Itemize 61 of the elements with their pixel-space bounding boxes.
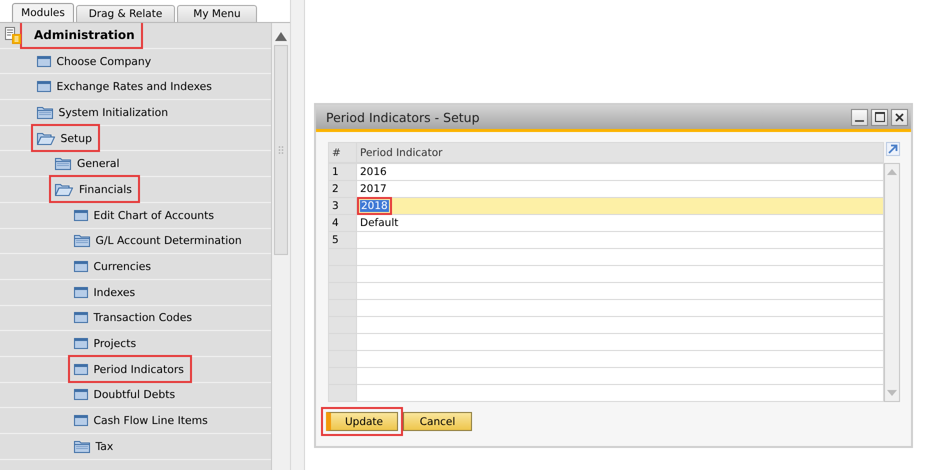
table-cell[interactable]: Default — [356, 214, 884, 232]
form-icon — [74, 364, 88, 375]
tree-item[interactable]: Tax — [70, 436, 120, 456]
tree-item[interactable]: Currencies — [70, 256, 158, 277]
tab[interactable]: Modules — [12, 3, 74, 22]
form-icon — [36, 81, 50, 92]
tree-item[interactable]: Setup — [32, 126, 98, 150]
folder-icon — [36, 106, 52, 119]
maximize-button[interactable] — [871, 108, 888, 126]
minimize-icon — [855, 120, 864, 122]
tree-item[interactable]: Transaction Codes — [70, 308, 198, 328]
form-icon — [74, 389, 88, 400]
tree-item[interactable]: G/L Account Determination — [70, 230, 248, 251]
tree-item[interactable]: Period Indicators — [70, 357, 190, 382]
scroll-thumb[interactable] — [274, 45, 288, 255]
tree-item[interactable]: Doubtful Debts — [70, 384, 182, 405]
tree-item[interactable]: General — [51, 154, 126, 174]
tree-item[interactable]: Cash Flow Line Items — [70, 410, 214, 431]
close-icon — [895, 112, 904, 122]
minimize-button[interactable] — [851, 108, 868, 126]
column-header: Period Indicator — [356, 142, 884, 162]
close-button[interactable] — [891, 108, 908, 126]
tab[interactable]: My Menu — [177, 5, 257, 22]
open-folder-icon — [36, 132, 54, 145]
maximize-icon — [874, 112, 884, 122]
table-cell[interactable]: 2016 — [356, 164, 884, 180]
table-cell[interactable]: 2018 — [356, 198, 884, 214]
row-number: 1 — [328, 164, 356, 180]
module-icon — [4, 26, 24, 46]
form-icon — [74, 210, 88, 221]
tree-item[interactable]: Exchange Rates and Indexes — [32, 76, 218, 97]
expand-arrow-icon[interactable] — [886, 142, 900, 156]
row-number: 3 — [328, 198, 356, 214]
tree-item[interactable]: Choose Company — [32, 51, 158, 72]
row-number: 2 — [328, 180, 356, 198]
tree-item[interactable]: Edit Chart of Accounts — [70, 205, 220, 226]
tree-item[interactable]: System Initialization — [32, 102, 174, 122]
tree-item[interactable]: Projects — [70, 334, 142, 354]
tab[interactable]: Drag & Relate — [76, 5, 175, 22]
form-icon — [74, 312, 88, 324]
folder-icon — [55, 157, 71, 170]
form-icon — [74, 415, 88, 426]
form-icon — [36, 56, 50, 67]
scroll-down-icon[interactable] — [887, 390, 897, 396]
dialog-button[interactable]: Cancel — [403, 412, 472, 431]
tree-item[interactable]: Administration — [22, 23, 141, 48]
form-icon — [74, 286, 88, 298]
row-number: 4 — [328, 214, 356, 232]
column-header: # — [328, 142, 356, 162]
open-folder-icon — [55, 182, 73, 196]
tree-item[interactable]: Indexes — [70, 282, 142, 302]
folder-icon — [74, 440, 90, 453]
row-number: 5 — [328, 232, 356, 248]
form-icon — [74, 338, 88, 350]
form-icon — [74, 261, 88, 272]
tree-item[interactable]: Financials — [51, 177, 138, 202]
scrollbar[interactable] — [884, 163, 900, 402]
table-cell[interactable]: 2017 — [356, 180, 884, 198]
folder-icon — [74, 234, 90, 248]
window-title: Period Indicators - Setup — [326, 110, 481, 124]
scrollbar[interactable] — [271, 23, 290, 470]
